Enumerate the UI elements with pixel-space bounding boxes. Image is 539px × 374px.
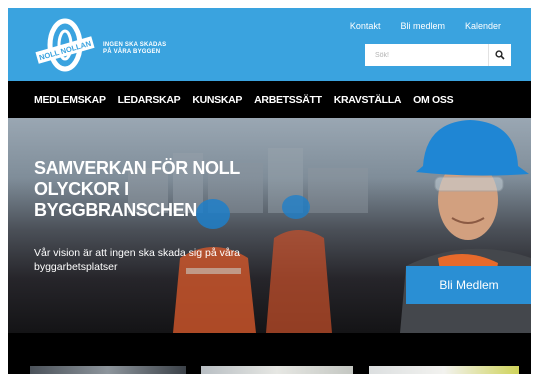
search-button[interactable] [488,44,511,66]
site-header: NOLL NOLLAN INGEN SKA SKADAS PÅ VÅRA BYG… [8,8,531,81]
tagline-line-1: INGEN SKA SKADAS [103,42,167,48]
teaser-image[interactable] [369,366,519,374]
hero-title: SAMVERKAN FÖR NOLL OLYCKOR I BYGGBRANSCH… [34,158,240,220]
search-icon [495,50,505,60]
search-input[interactable] [365,44,488,66]
hero-subtitle: Vår vision är att ingen ska skada sig på… [34,247,241,273]
nav-item-kravstalla[interactable]: KRAVSTÄLLA [334,94,402,106]
link-kontakt[interactable]: Kontakt [350,21,381,31]
teaser-image[interactable] [30,366,186,374]
nav-item-arbetssatt[interactable]: ARBETSSÄTT [254,94,322,106]
site-logo[interactable]: NOLL NOLLAN [34,15,96,75]
search-box [365,44,511,66]
nav-item-medlemskap[interactable]: MEDLEMSKAP [34,94,106,106]
link-kalender[interactable]: Kalender [465,21,501,31]
nav-item-kunskap[interactable]: KUNSKAP [192,94,242,106]
top-links: Kontakt Bli medlem Kalender [350,21,501,31]
tagline: INGEN SKA SKADAS PÅ VÅRA BYGGEN [103,42,166,56]
link-bli-medlem[interactable]: Bli medlem [400,21,445,31]
nav-item-om-oss[interactable]: OM OSS [413,94,454,106]
bli-medlem-button[interactable]: Bli Medlem [406,266,531,304]
main-nav: MEDLEMSKAP LEDARSKAP KUNSKAP ARBETSSÄTT … [8,81,531,118]
nav-item-ledarskap[interactable]: LEDARSKAP [118,94,181,106]
hero-banner: SAMVERKAN FÖR NOLL OLYCKOR I BYGGBRANSCH… [8,118,531,333]
tagline-line-2: PÅ VÅRA BYGGEN [103,49,161,55]
teaser-image[interactable] [201,366,353,374]
